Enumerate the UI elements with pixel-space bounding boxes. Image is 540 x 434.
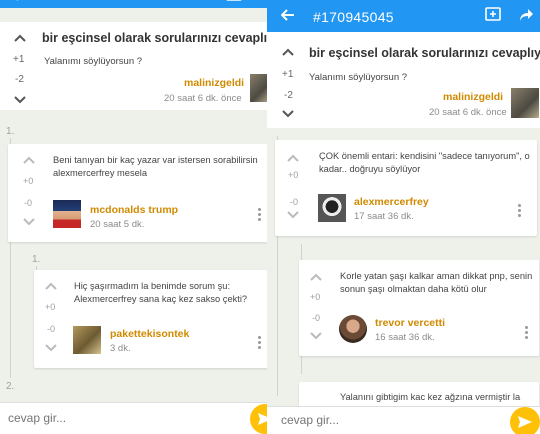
comment-upvotes: +0 [288,170,299,180]
question-upvotes: +1 [13,54,25,65]
send-icon [258,413,267,425]
reply-input[interactable] [281,413,481,427]
comment-upvotes: +0 [45,302,56,312]
question-card: +1 -2 bir eşcinsel olarak sorularınızı c… [267,32,540,128]
avatar[interactable] [53,200,81,228]
entry-id-title: #170945045 [42,0,123,3]
chevron-down-icon[interactable] [310,328,322,340]
comment-index: 2. [6,381,15,392]
more-vert-icon[interactable] [258,208,262,223]
more-vert-icon[interactable] [258,336,262,351]
comment-time: 17 saat 36 dk. [354,211,414,222]
send-button[interactable] [250,404,267,434]
comment-card: +0 -0 ÇOK önemli entari: kendisini "sade… [275,140,537,236]
comment-author[interactable]: pakettekisontek [110,328,189,340]
avatar[interactable] [511,88,539,118]
comment-index: 1. [32,254,41,265]
question-author[interactable]: malinizgeldi [443,91,503,103]
comment-author[interactable]: trevor vercetti [375,317,445,329]
comment-text: Yalanını gibtigim kac kez ağzına vermişt… [340,392,521,402]
comment-text: Korle yatan şaşı kalkar aman dikkat pnp,… [340,271,533,294]
add-comment-icon[interactable] [485,7,501,27]
avatar[interactable] [339,315,367,343]
send-icon [518,416,532,428]
comment-author[interactable]: mcdonalds trump [90,204,178,216]
avatar[interactable] [318,194,346,222]
comment-index: 1. [6,126,15,137]
chevron-down-icon[interactable] [45,340,57,352]
chevron-up-icon[interactable] [287,152,299,164]
comment-downvotes: -0 [47,324,56,334]
reply-bar [267,406,540,434]
reply-bar [0,402,267,434]
comment-text: Hiç şaşırmadım la benimde sorum şu: Alex… [74,281,248,304]
question-body: Yalanımı söylüyorsun ? [44,56,143,67]
comment-card: +0 -0 Korle yatan şaşı kalkar aman dikka… [299,260,539,356]
chevron-up-icon[interactable] [14,32,26,44]
left-screen: #170945045 +1 -2 bir eşcinsel olarak sor… [0,0,267,434]
more-vert-icon[interactable] [518,204,522,219]
question-author[interactable]: malinizgeldi [184,77,244,89]
comment-upvotes: +0 [310,292,321,302]
app-bar: #170945045 [0,0,267,8]
chevron-up-icon[interactable] [23,154,35,166]
chevron-down-icon[interactable] [282,106,294,118]
question-time: 20 saat 6 dk. önce [164,93,242,104]
comment-time: 16 saat 36 dk. [375,332,435,343]
question-upvotes: +1 [282,69,294,80]
entry-id-title: #170945045 [313,9,394,25]
chevron-up-icon[interactable] [282,46,294,58]
comment-time: 20 saat 5 dk. [90,219,145,230]
comment-card: +0 -0 Hiç şaşırmadım la benimde sorum şu… [34,270,267,368]
avatar[interactable] [73,326,101,354]
send-button[interactable] [510,407,540,434]
chevron-up-icon[interactable] [310,271,322,283]
question-time: 20 saat 6 dk. önce [429,107,507,118]
right-screen: #170945045 +1 -2 bir eşcinsel olarak sor… [267,0,540,434]
question-title[interactable]: bir eşcinsel olarak sorularınızı cevaplı… [42,31,267,45]
comment-text: Beni tanıyan bir kaç yazar var istersen … [53,155,258,178]
chevron-down-icon[interactable] [14,92,26,104]
comment-text: ÇOK önemli entari: kendisini "sadece tan… [319,151,530,174]
question-downvotes: -2 [284,90,293,101]
chevron-down-icon[interactable] [287,207,299,219]
app-bar: #170945045 [267,0,540,32]
chevron-down-icon[interactable] [23,214,35,226]
chevron-up-icon[interactable] [45,280,57,292]
comment-upvotes: +0 [23,176,34,186]
question-title[interactable]: bir eşcinsel olarak sorularınızı cevaplı… [309,46,540,60]
comment-downvotes: -0 [24,198,33,208]
question-body: Yalanımı söylüyorsun ? [309,72,408,83]
back-arrow-icon[interactable] [12,0,26,6]
comment-downvotes: -0 [312,313,321,323]
comment-author[interactable]: alexmercerfrey [354,196,429,208]
question-vote-column [10,32,30,44]
question-card: +1 -2 bir eşcinsel olarak sorularınızı c… [0,22,267,110]
avatar[interactable] [250,74,267,102]
reply-input[interactable] [8,411,228,425]
comment-downvotes: -0 [290,197,299,207]
back-arrow-icon[interactable] [280,8,295,26]
add-comment-icon[interactable] [226,0,242,7]
share-icon[interactable] [519,8,534,26]
comment-card: +0 -0 Beni tanıyan bir kaç yazar var ist… [8,144,267,242]
question-downvotes: -2 [15,74,24,85]
more-vert-icon[interactable] [525,326,529,341]
comment-time: 3 dk. [110,343,131,354]
